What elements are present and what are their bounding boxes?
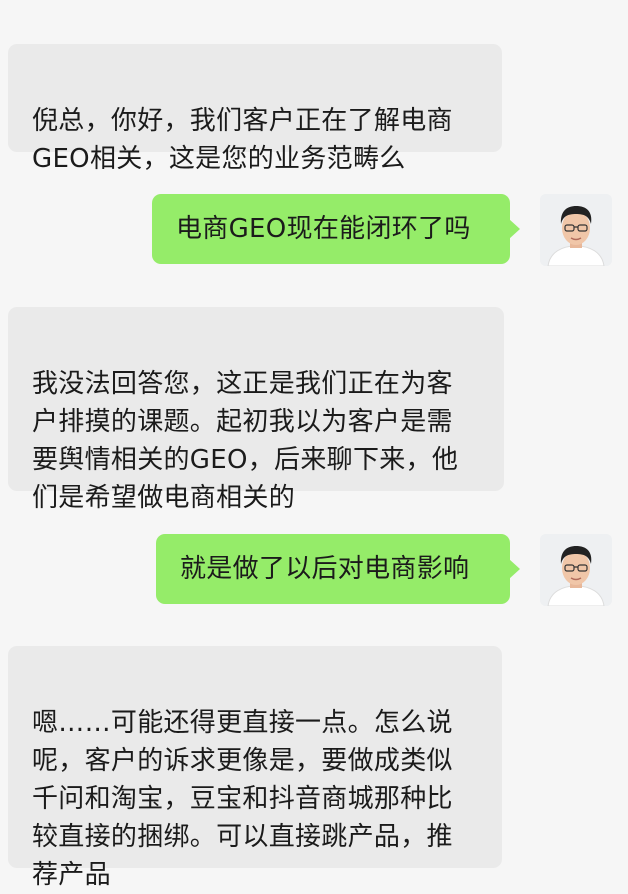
user-avatar-icon — [540, 194, 612, 266]
message-text: 电商GEO现在能闭环了吗 — [176, 214, 471, 244]
message-text: 嗯……可能还得更直接一点。怎么说 呢，客户的诉求更像是，要做成类似 千问和淘宝，… — [32, 708, 453, 890]
received-message-bubble[interactable]: 我没法回答您，这正是我们正在为客 户排摸的课题。起初我以为客户是需 要舆情相关的… — [8, 307, 504, 513]
received-message-bubble[interactable]: 倪总，你好，我们客户正在了解电商 GEO相关，这是您的业务范畴么 — [8, 44, 502, 174]
sent-message-bubble[interactable]: 就是做了以后对电商影响 — [156, 534, 520, 604]
chat-window[interactable]: 倪总，你好，我们客户正在了解电商 GEO相关，这是您的业务范畴么 电商GEO现在… — [0, 0, 628, 890]
received-message-bubble[interactable]: 嗯……可能还得更直接一点。怎么说 呢，客户的诉求更像是，要做成类似 千问和淘宝，… — [8, 646, 502, 890]
avatar[interactable] — [540, 534, 612, 606]
sent-message-bubble[interactable]: 电商GEO现在能闭环了吗 — [152, 194, 520, 264]
avatar[interactable] — [540, 194, 612, 266]
user-avatar-icon — [540, 534, 612, 606]
message-text: 倪总，你好，我们客户正在了解电商 GEO相关，这是您的业务范畴么 — [32, 106, 453, 174]
message-text: 我没法回答您，这正是我们正在为客 户排摸的课题。起初我以为客户是需 要舆情相关的… — [32, 369, 459, 513]
message-text: 就是做了以后对电商影响 — [180, 554, 470, 584]
